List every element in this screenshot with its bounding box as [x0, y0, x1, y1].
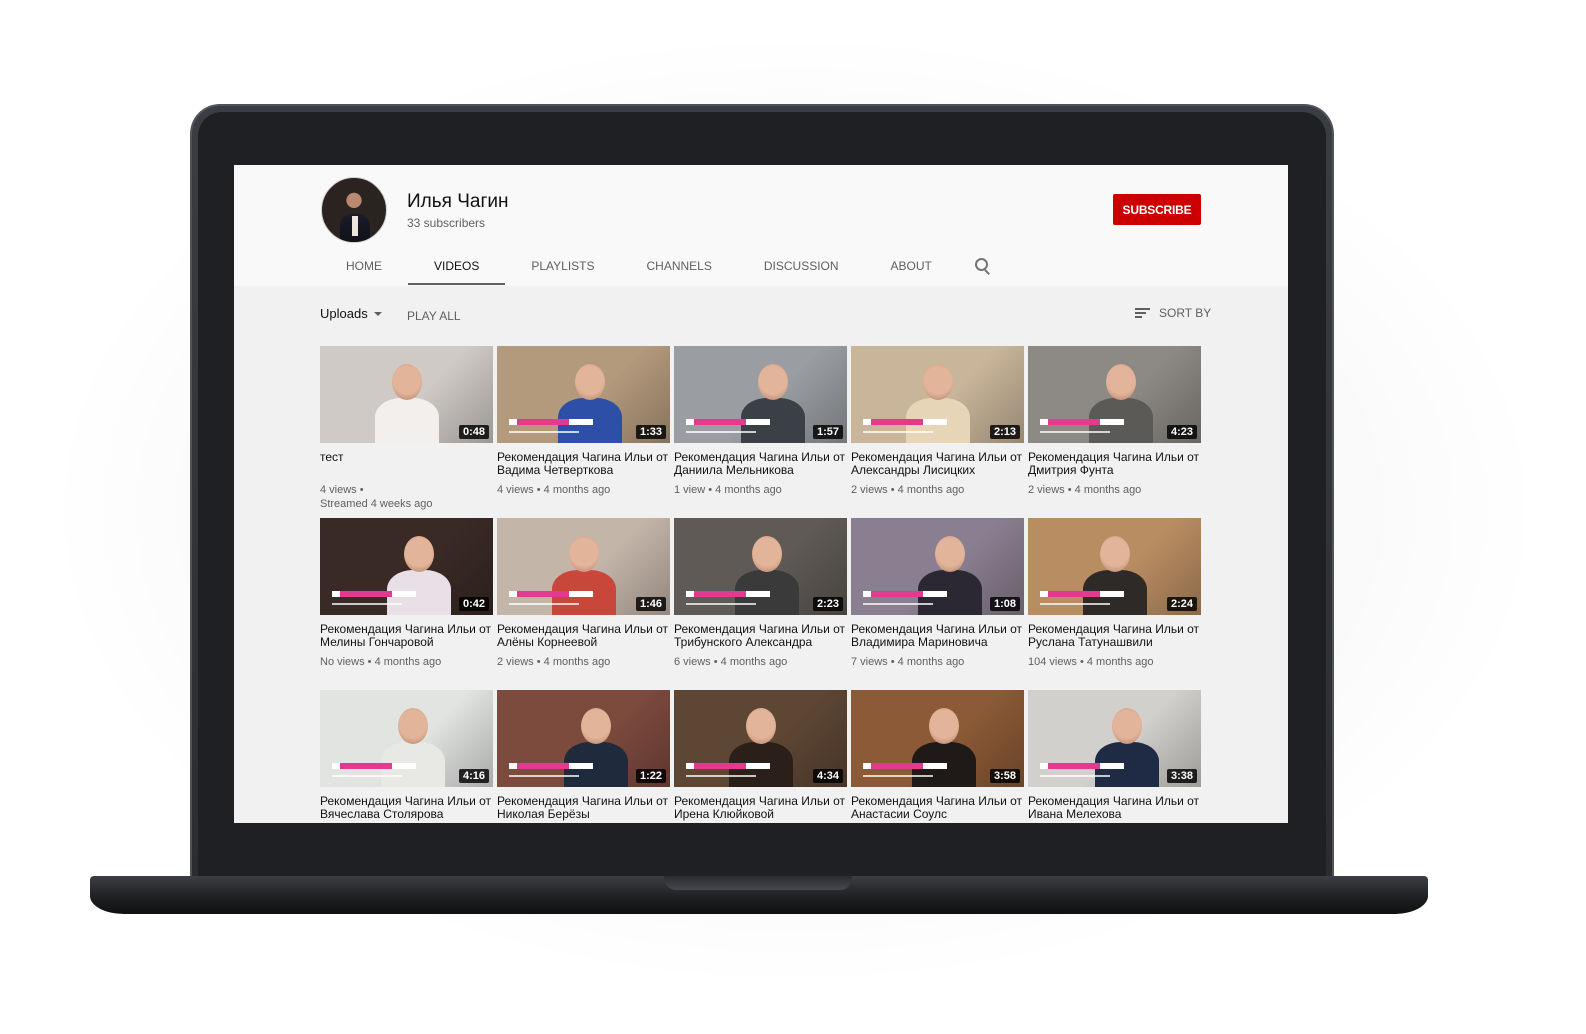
uploads-label: Uploads: [320, 306, 368, 321]
channel-avatar[interactable]: [321, 177, 387, 243]
video-title[interactable]: Рекомендация Чагина Ильи от Вячеслава Ст…: [320, 795, 493, 821]
video-thumbnail[interactable]: 1:22: [497, 690, 670, 787]
tab-channels[interactable]: CHANNELS: [621, 247, 738, 285]
video-card[interactable]: 4:34 Рекомендация Чагина Ильи от Ирена Кл…: [674, 690, 847, 823]
video-title[interactable]: Рекомендация Чагина Ильи от Анастасии Со…: [851, 795, 1024, 821]
video-thumbnail[interactable]: 4:23: [1028, 346, 1201, 443]
caret-down-icon: [373, 311, 382, 316]
video-card[interactable]: 3:38 Рекомендация Чагина Ильи от Ивана Ме…: [1028, 690, 1201, 823]
video-card[interactable]: 1:08 Рекомендация Чагина Ильи от Владимир…: [851, 518, 1024, 690]
video-duration: 4:23: [1166, 425, 1197, 439]
search-icon: [974, 258, 991, 274]
video-title[interactable]: Рекомендация Чагина Ильи от Дмитрия Фунт…: [1028, 451, 1201, 477]
video-title[interactable]: Рекомендация Чагина Ильи от Ирена Клюйко…: [674, 795, 847, 821]
video-card[interactable]: 1:22 Рекомендация Чагина Ильи от Николая …: [497, 690, 670, 823]
video-thumbnail[interactable]: 1:57: [674, 346, 847, 443]
video-title[interactable]: Рекомендация Чагина Ильи от Николая Берё…: [497, 795, 670, 821]
video-meta: 2 views • 4 months ago: [851, 484, 965, 496]
video-title[interactable]: Рекомендация Чагина Ильи от Владимира Ма…: [851, 623, 1024, 649]
video-thumbnail[interactable]: 2:13: [851, 346, 1024, 443]
video-thumbnail[interactable]: 4:34: [674, 690, 847, 787]
video-meta: 2 views • 4 months ago: [1028, 484, 1142, 496]
video-title[interactable]: Рекомендация Чагина Ильи от Даниила Мель…: [674, 451, 847, 477]
tab-discussion[interactable]: DISCUSSION: [738, 247, 865, 285]
video-title[interactable]: тест: [320, 451, 493, 477]
channel-search-button[interactable]: [958, 247, 1008, 285]
video-thumbnail[interactable]: 1:33: [497, 346, 670, 443]
video-card[interactable]: 0:48 тест 4 views • Streamed 4 weeks ago: [320, 346, 493, 518]
video-card[interactable]: 2:13 Рекомендация Чагина Ильи от Александ…: [851, 346, 1024, 518]
video-meta: 2 views • 4 months ago: [497, 656, 611, 668]
video-meta: 4 views •: [320, 484, 364, 496]
video-duration: 0:48: [458, 425, 489, 439]
video-card[interactable]: 0:42 Рекомендация Чагина Ильи от Мелины Г…: [320, 518, 493, 690]
video-thumbnail[interactable]: 3:58: [851, 690, 1024, 787]
subscribe-button[interactable]: SUBSCRIBE: [1113, 194, 1201, 225]
video-title[interactable]: Рекомендация Чагина Ильи от Руслана Тату…: [1028, 623, 1201, 649]
video-duration: 1:33: [635, 425, 666, 439]
youtube-channel-page: Илья Чагин 33 subscribers SUBSCRIBE HOME…: [234, 165, 1288, 823]
tab-playlists[interactable]: PLAYLISTS: [505, 247, 620, 285]
video-card[interactable]: 4:16 Рекомендация Чагина Ильи от Вячеслав…: [320, 690, 493, 823]
laptop-hinge-notch: [664, 876, 852, 890]
video-thumbnail[interactable]: 1:08: [851, 518, 1024, 615]
channel-header: Илья Чагин 33 subscribers SUBSCRIBE HOME…: [234, 165, 1288, 286]
video-meta: 104 views • 4 months ago: [1028, 656, 1154, 668]
video-card[interactable]: 2:23 Рекомендация Чагина Ильи от Трибунск…: [674, 518, 847, 690]
video-duration: 1:08: [989, 597, 1020, 611]
video-duration: 3:38: [1166, 769, 1197, 783]
video-duration: 1:22: [635, 769, 666, 783]
tab-about[interactable]: ABOUT: [865, 247, 958, 285]
video-thumbnail[interactable]: 3:38: [1028, 690, 1201, 787]
video-title[interactable]: Рекомендация Чагина Ильи от Ивана Мелехо…: [1028, 795, 1201, 821]
video-meta: 6 views • 4 months ago: [674, 656, 788, 668]
video-duration: 2:13: [989, 425, 1020, 439]
video-meta: 7 views • 4 months ago: [851, 656, 965, 668]
video-title[interactable]: Рекомендация Чагина Ильи от Трибунского …: [674, 623, 847, 649]
video-thumbnail[interactable]: 0:42: [320, 518, 493, 615]
video-title[interactable]: Рекомендация Чагина Ильи от Вадима Четве…: [497, 451, 670, 477]
video-card[interactable]: 4:23 Рекомендация Чагина Ильи от Дмитрия …: [1028, 346, 1201, 518]
play-all-button[interactable]: PLAY ALL: [407, 309, 461, 323]
channel-name: Илья Чагин: [407, 191, 509, 212]
video-duration: 0:42: [458, 597, 489, 611]
tab-videos[interactable]: VIDEOS: [408, 247, 506, 285]
video-card[interactable]: 2:24 Рекомендация Чагина Ильи от Руслана …: [1028, 518, 1201, 690]
video-duration: 1:46: [635, 597, 666, 611]
video-thumbnail[interactable]: 1:46: [497, 518, 670, 615]
sort-by-button[interactable]: SORT BY: [1135, 306, 1211, 320]
video-duration: 3:58: [989, 769, 1020, 783]
video-thumbnail[interactable]: 2:24: [1028, 518, 1201, 615]
video-grid: 0:48 тест 4 views • Streamed 4 weeks ago 1:3…: [320, 346, 1220, 823]
video-thumbnail[interactable]: 2:23: [674, 518, 847, 615]
video-meta-streamed: Streamed 4 weeks ago: [320, 498, 433, 510]
channel-tabs: HOME VIDEOS PLAYLISTS CHANNELS DISCUSSIO…: [320, 247, 1008, 285]
video-duration: 4:16: [458, 769, 489, 783]
video-title[interactable]: Рекомендация Чагина Ильи от Алёны Корнее…: [497, 623, 670, 649]
video-card[interactable]: 1:46 Рекомендация Чагина Ильи от Алёны Ко…: [497, 518, 670, 690]
video-card[interactable]: 3:58 Рекомендация Чагина Ильи от Анастаси…: [851, 690, 1024, 823]
video-thumbnail[interactable]: 0:48: [320, 346, 493, 443]
videos-toolbar: Uploads PLAY ALL SORT BY: [234, 297, 1288, 333]
video-title[interactable]: Рекомендация Чагина Ильи от Мелины Гонча…: [320, 623, 493, 649]
video-title[interactable]: Рекомендация Чагина Ильи от Александры Л…: [851, 451, 1024, 477]
subscriber-count: 33 subscribers: [407, 216, 486, 230]
uploads-dropdown[interactable]: Uploads: [320, 306, 382, 321]
video-card[interactable]: 1:57 Рекомендация Чагина Ильи от Даниила …: [674, 346, 847, 518]
video-meta: 1 view • 4 months ago: [674, 484, 782, 496]
video-duration: 2:23: [812, 597, 843, 611]
video-duration: 1:57: [812, 425, 843, 439]
sort-icon: [1135, 307, 1150, 319]
sort-by-label: SORT BY: [1159, 306, 1212, 320]
video-duration: 4:34: [812, 769, 843, 783]
video-thumbnail[interactable]: 4:16: [320, 690, 493, 787]
video-duration: 2:24: [1166, 597, 1197, 611]
video-card[interactable]: 1:33 Рекомендация Чагина Ильи от Вадима Ч…: [497, 346, 670, 518]
video-meta: No views • 4 months ago: [320, 656, 442, 668]
video-meta: 4 views • 4 months ago: [497, 484, 611, 496]
tab-home[interactable]: HOME: [320, 247, 408, 285]
